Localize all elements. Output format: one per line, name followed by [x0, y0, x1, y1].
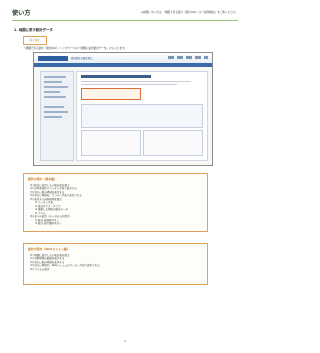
main-title-bar [81, 75, 151, 78]
screenshot-nav-bar [34, 63, 212, 67]
basic-flow-title: 操作の流れ（基本編） [28, 177, 57, 181]
sidebar-line [44, 76, 66, 78]
intro-text: 「地図で見る統計（統計GIS）」トップページの「地図に表す統計データ」から入りま… [23, 47, 127, 50]
main-panel [81, 104, 203, 128]
title-bar: 使い方 ※詳細については、「地図で見る統計（統計GIS）」の「操作解説」をご覧く… [12, 10, 238, 21]
page-title: 使い方 [12, 10, 31, 17]
screenshot-sidebar [40, 71, 74, 161]
sidebar-line [44, 116, 62, 118]
site-screenshot: 政府統計の総合窓口 [33, 52, 213, 166]
page-number: 1 [124, 339, 126, 343]
main-line [81, 81, 191, 83]
site-logo [38, 55, 68, 61]
main-line [81, 84, 177, 86]
list-item: ② 統計 表示選択ボタン [35, 221, 62, 225]
sidebar-line [44, 91, 60, 93]
sidebar-line [44, 86, 68, 88]
sidebar-line [44, 111, 68, 113]
header-note: ※詳細については、「地図で見る統計（統計GIS）」の「操作解説」をご覧ください。 [140, 11, 238, 14]
sidebar-line [44, 96, 66, 98]
screenshot-main [76, 71, 208, 161]
sidebar-line [44, 106, 64, 108]
basic-flow-list: (1) 統計に表示したい統計表を選ぶ (2) 日本全国からランキング表で表示する(… [30, 184, 82, 225]
intro-tag: はじめに [23, 36, 47, 45]
sidebar-line [44, 81, 62, 83]
main-panel-left [81, 130, 141, 156]
mesh-flow-list: (1) 地図に表示したい統計表を選ぶ (2) 対象地域の範囲を表示する (3) 見た… [30, 254, 100, 271]
list-item: (5) ラベルの表示 [30, 267, 50, 271]
highlighted-link [81, 88, 141, 100]
mesh-flow-box: 操作の流れ（Webメッシュ編） (1) 地図に表示したい統計表を選ぶ (2) 対象… [23, 243, 208, 285]
section-heading: 1. 地図に表す統計データ [14, 28, 53, 32]
basic-flow-box: 操作の流れ（基本編） (1) 統計に表示したい統計表を選ぶ (2) 日本全国からラ… [23, 173, 208, 232]
main-panel-right [143, 130, 203, 156]
header-links [168, 56, 208, 59]
mesh-flow-title: 操作の流れ（Webメッシュ編） [28, 247, 70, 251]
site-title: 政府統計の総合窓口 [71, 56, 93, 60]
